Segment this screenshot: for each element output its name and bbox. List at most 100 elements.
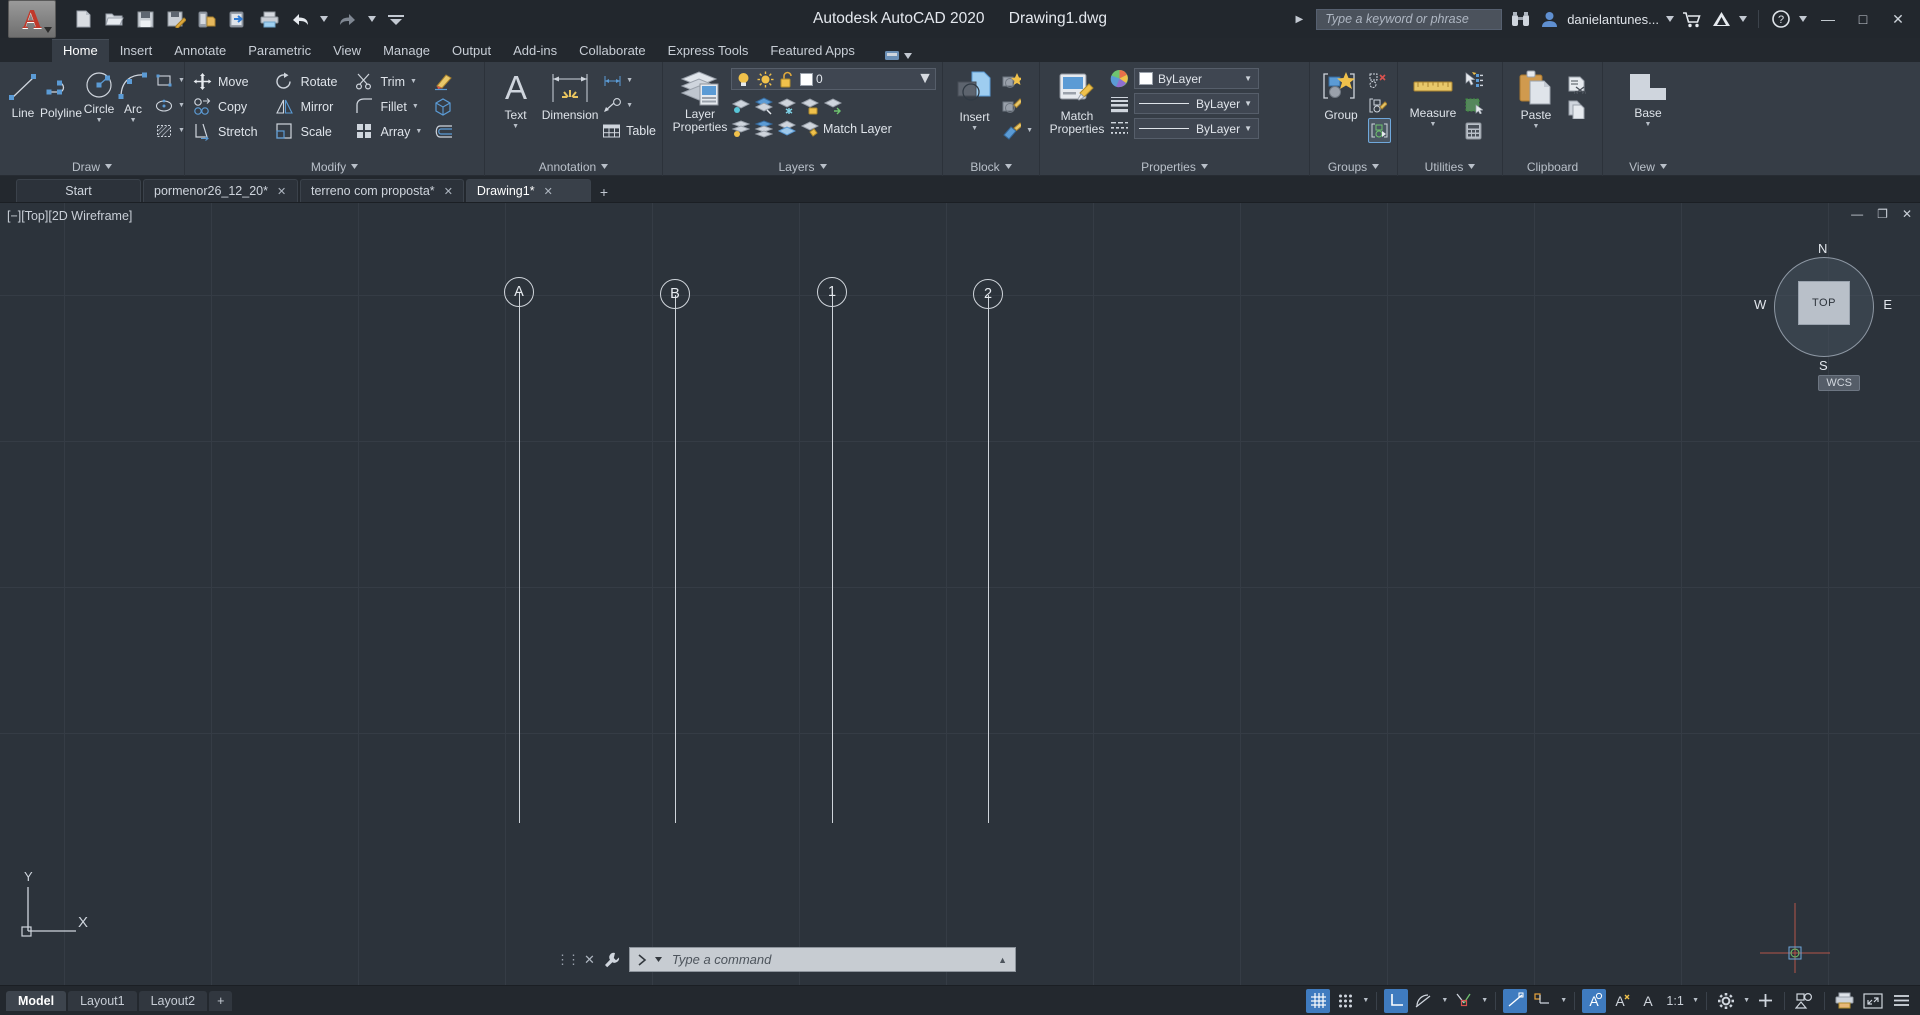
annotation-leader-dropdown-icon[interactable]: ▼	[626, 102, 633, 109]
minimize-button[interactable]: —	[1814, 6, 1842, 32]
view-cube-face[interactable]: TOP	[1798, 281, 1850, 325]
tab-collaborate[interactable]: Collaborate	[568, 40, 657, 62]
layer-off-icon[interactable]	[731, 96, 750, 115]
draw-arc-button[interactable]: Arc ▼	[116, 66, 150, 124]
view-cube-north-label[interactable]: N	[1818, 241, 1827, 256]
annotation-text-dropdown-icon[interactable]: ▼	[512, 123, 519, 130]
modify-trim-dropdown-icon[interactable]: ▼	[410, 78, 417, 85]
plot-status-button[interactable]	[1832, 989, 1857, 1013]
open-from-web-icon[interactable]	[227, 8, 249, 30]
match-properties-button[interactable]: Match Properties	[1046, 67, 1108, 136]
copy-clip-button[interactable]	[1567, 97, 1586, 122]
base-view-button[interactable]: Base ▼	[1621, 66, 1675, 128]
annotation-leader-button[interactable]: ▼	[602, 93, 656, 118]
modify-stretch-button[interactable]: Stretch	[191, 119, 258, 144]
grid-line-a[interactable]	[519, 293, 520, 823]
layout-tab-layout2[interactable]: Layout2	[138, 990, 208, 1011]
doc-tab-drawing1[interactable]: Drawing1* ✕	[465, 179, 591, 202]
workspace-switching-button[interactable]	[1714, 989, 1738, 1013]
modify-fillet-dropdown-icon[interactable]: ▼	[412, 103, 419, 110]
draw-rectangle-button[interactable]: ▼	[154, 68, 185, 93]
tab-manage[interactable]: Manage	[372, 40, 441, 62]
object-snap-toggle[interactable]	[1451, 989, 1476, 1013]
group-selection-toggle-button[interactable]	[1368, 118, 1391, 143]
layer-lock-icon[interactable]	[800, 96, 819, 115]
save-as-icon[interactable]	[165, 8, 187, 30]
snap-mode-chevron-down-icon[interactable]: ▼	[1362, 997, 1369, 1004]
modify-mirror-button[interactable]: Mirror	[274, 94, 338, 119]
linetype-chevron-down-icon[interactable]: ▼	[1240, 124, 1256, 133]
search-input[interactable]: Type a keyword or phrase	[1316, 8, 1503, 30]
unlock-icon[interactable]	[778, 70, 797, 89]
sun-icon[interactable]	[756, 70, 775, 89]
viewport-close-button[interactable]: ✕	[1902, 207, 1912, 221]
binoculars-icon[interactable]	[1509, 8, 1531, 30]
tab-output[interactable]: Output	[441, 40, 502, 62]
annotation-scale-chevron-down-icon[interactable]: ▼	[1692, 997, 1699, 1004]
tab-home[interactable]: Home	[52, 39, 109, 62]
match-layer-icon[interactable]	[800, 119, 819, 138]
snap-mode-toggle[interactable]	[1333, 989, 1357, 1013]
draw-circle-button[interactable]: Circle ▼	[82, 66, 116, 124]
object-snap-tracking-toggle[interactable]	[1503, 988, 1528, 1013]
open-file-icon[interactable]	[103, 8, 125, 30]
tab-add-ins[interactable]: Add-ins	[502, 40, 568, 62]
layer-color-icon[interactable]	[800, 72, 813, 86]
panel-modify-title[interactable]: Modify	[185, 157, 484, 176]
tab-insert[interactable]: Insert	[109, 40, 164, 62]
command-line-close-icon[interactable]: ✕	[584, 952, 595, 968]
viewport-restore-button[interactable]: ❐	[1877, 207, 1888, 221]
help-icon[interactable]: ?	[1770, 8, 1792, 30]
draw-circle-dropdown-icon[interactable]: ▼	[96, 117, 103, 124]
help-menu-chevron-down-icon[interactable]	[1799, 16, 1807, 22]
doc-tab-close-icon[interactable]: ✕	[544, 185, 553, 198]
tab-annotate[interactable]: Annotate	[163, 40, 237, 62]
tab-featured-apps[interactable]: Featured Apps	[759, 40, 866, 62]
ucs-chevron-down-icon[interactable]: ▼	[1560, 997, 1567, 1004]
avatar[interactable]	[1538, 8, 1560, 30]
modify-erase-button[interactable]	[432, 69, 454, 94]
command-line-grip-icon[interactable]: ⋮⋮	[556, 952, 580, 968]
close-button[interactable]: ✕	[1884, 6, 1912, 32]
measure-area-button[interactable]	[1464, 93, 1483, 118]
modify-rotate-button[interactable]: Rotate	[274, 69, 337, 94]
redo-icon[interactable]	[337, 8, 359, 30]
tab-parametric[interactable]: Parametric	[237, 40, 322, 62]
viewport-minimize-button[interactable]: —	[1851, 207, 1863, 221]
tab-express-tools[interactable]: Express Tools	[657, 40, 760, 62]
draw-line-button[interactable]: Line	[6, 66, 40, 120]
annotation-table-button[interactable]: Table	[602, 118, 656, 143]
paste-button[interactable]: Paste ▼	[1509, 66, 1563, 130]
paste-dropdown-icon[interactable]: ▼	[1533, 123, 1540, 130]
ucs-selector-button[interactable]: WCS	[1818, 375, 1860, 391]
tab-view[interactable]: View	[322, 40, 372, 62]
object-snap-chevron-down-icon[interactable]: ▼	[1481, 997, 1488, 1004]
save-to-web-icon[interactable]	[196, 8, 218, 30]
save-icon[interactable]	[134, 8, 156, 30]
polar-tracking-toggle[interactable]	[1411, 989, 1436, 1013]
layer-isolate-icon[interactable]	[754, 96, 773, 115]
base-view-dropdown-icon[interactable]: ▼	[1645, 121, 1652, 128]
doc-tab-start[interactable]: Start	[16, 179, 141, 202]
view-cube-east-label[interactable]: E	[1883, 297, 1892, 312]
block-edit-button[interactable]	[1002, 93, 1033, 118]
modify-array-button[interactable]: Array ▼	[353, 119, 422, 144]
block-edit-attributes-button[interactable]: ▼	[1002, 118, 1033, 143]
calculator-button[interactable]	[1464, 118, 1483, 143]
lineweight-combo[interactable]: ByLayer ▼	[1134, 93, 1259, 114]
command-expand-icon[interactable]: ▲	[998, 955, 1007, 965]
panel-properties-title[interactable]: Properties	[1040, 157, 1309, 176]
layer-freeze-icon[interactable]	[777, 96, 796, 115]
viewport-label[interactable]: [−][Top][2D Wireframe]	[7, 209, 132, 223]
grid-line-b[interactable]	[675, 295, 676, 823]
measure-button[interactable]: Measure ▼	[1404, 66, 1462, 128]
new-document-tab-button[interactable]: +	[593, 181, 615, 202]
user-menu-chevron-down-icon[interactable]	[1666, 16, 1674, 22]
annotation-scale-icon-button[interactable]: A	[1636, 989, 1660, 1013]
lightbulb-on-icon[interactable]	[734, 70, 753, 89]
workspace-chevron-down-icon[interactable]: ▼	[1743, 997, 1750, 1004]
draw-polyline-button[interactable]: Polyline	[40, 66, 82, 120]
block-create-button[interactable]	[1002, 68, 1033, 93]
modify-copy-button[interactable]: Copy	[191, 94, 258, 119]
draw-rectangle-dropdown-icon[interactable]: ▼	[178, 77, 185, 84]
